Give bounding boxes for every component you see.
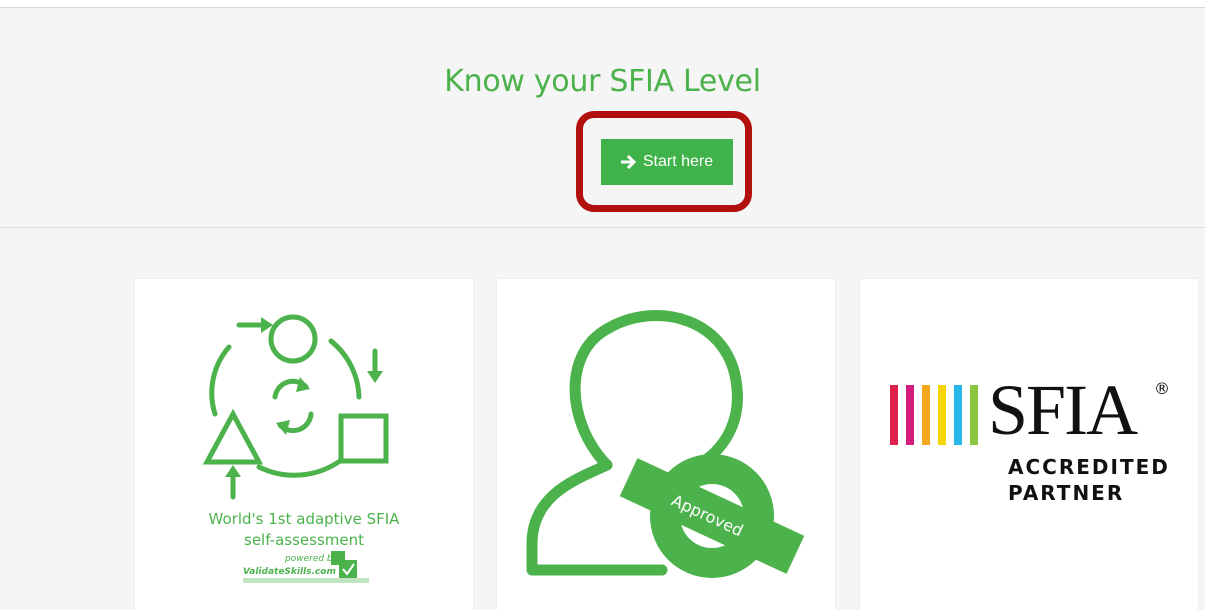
start-here-button[interactable]: Start here: [601, 139, 733, 185]
hero-section: Know your SFIA Level Start here: [0, 8, 1205, 228]
assessment-card[interactable]: World's 1st adaptive SFIA self-assessmen…: [135, 279, 473, 610]
validateskills-brand: ValidateSkills.com: [243, 567, 336, 577]
sfia-wordmark: SFIA: [988, 370, 1138, 450]
approved-card[interactable]: Approved: [497, 279, 835, 610]
page-title: Know your SFIA Level: [444, 64, 761, 99]
partner-label: PARTNER: [1008, 481, 1125, 505]
registered-mark: ®: [1154, 379, 1170, 398]
approved-user-icon: [526, 310, 805, 578]
arrow-right-icon: [620, 155, 636, 169]
sfia-card[interactable]: SFIA ® ACCREDITED PARTNER: [860, 279, 1198, 610]
powered-by-label: powered by: [285, 554, 338, 564]
start-here-label: Start here: [642, 153, 714, 170]
assessment-title-line1: World's 1st adaptive SFIA: [208, 510, 400, 528]
accredited-label: ACCREDITED: [1008, 455, 1170, 479]
assessment-title-line2: self-assessment: [244, 531, 364, 549]
